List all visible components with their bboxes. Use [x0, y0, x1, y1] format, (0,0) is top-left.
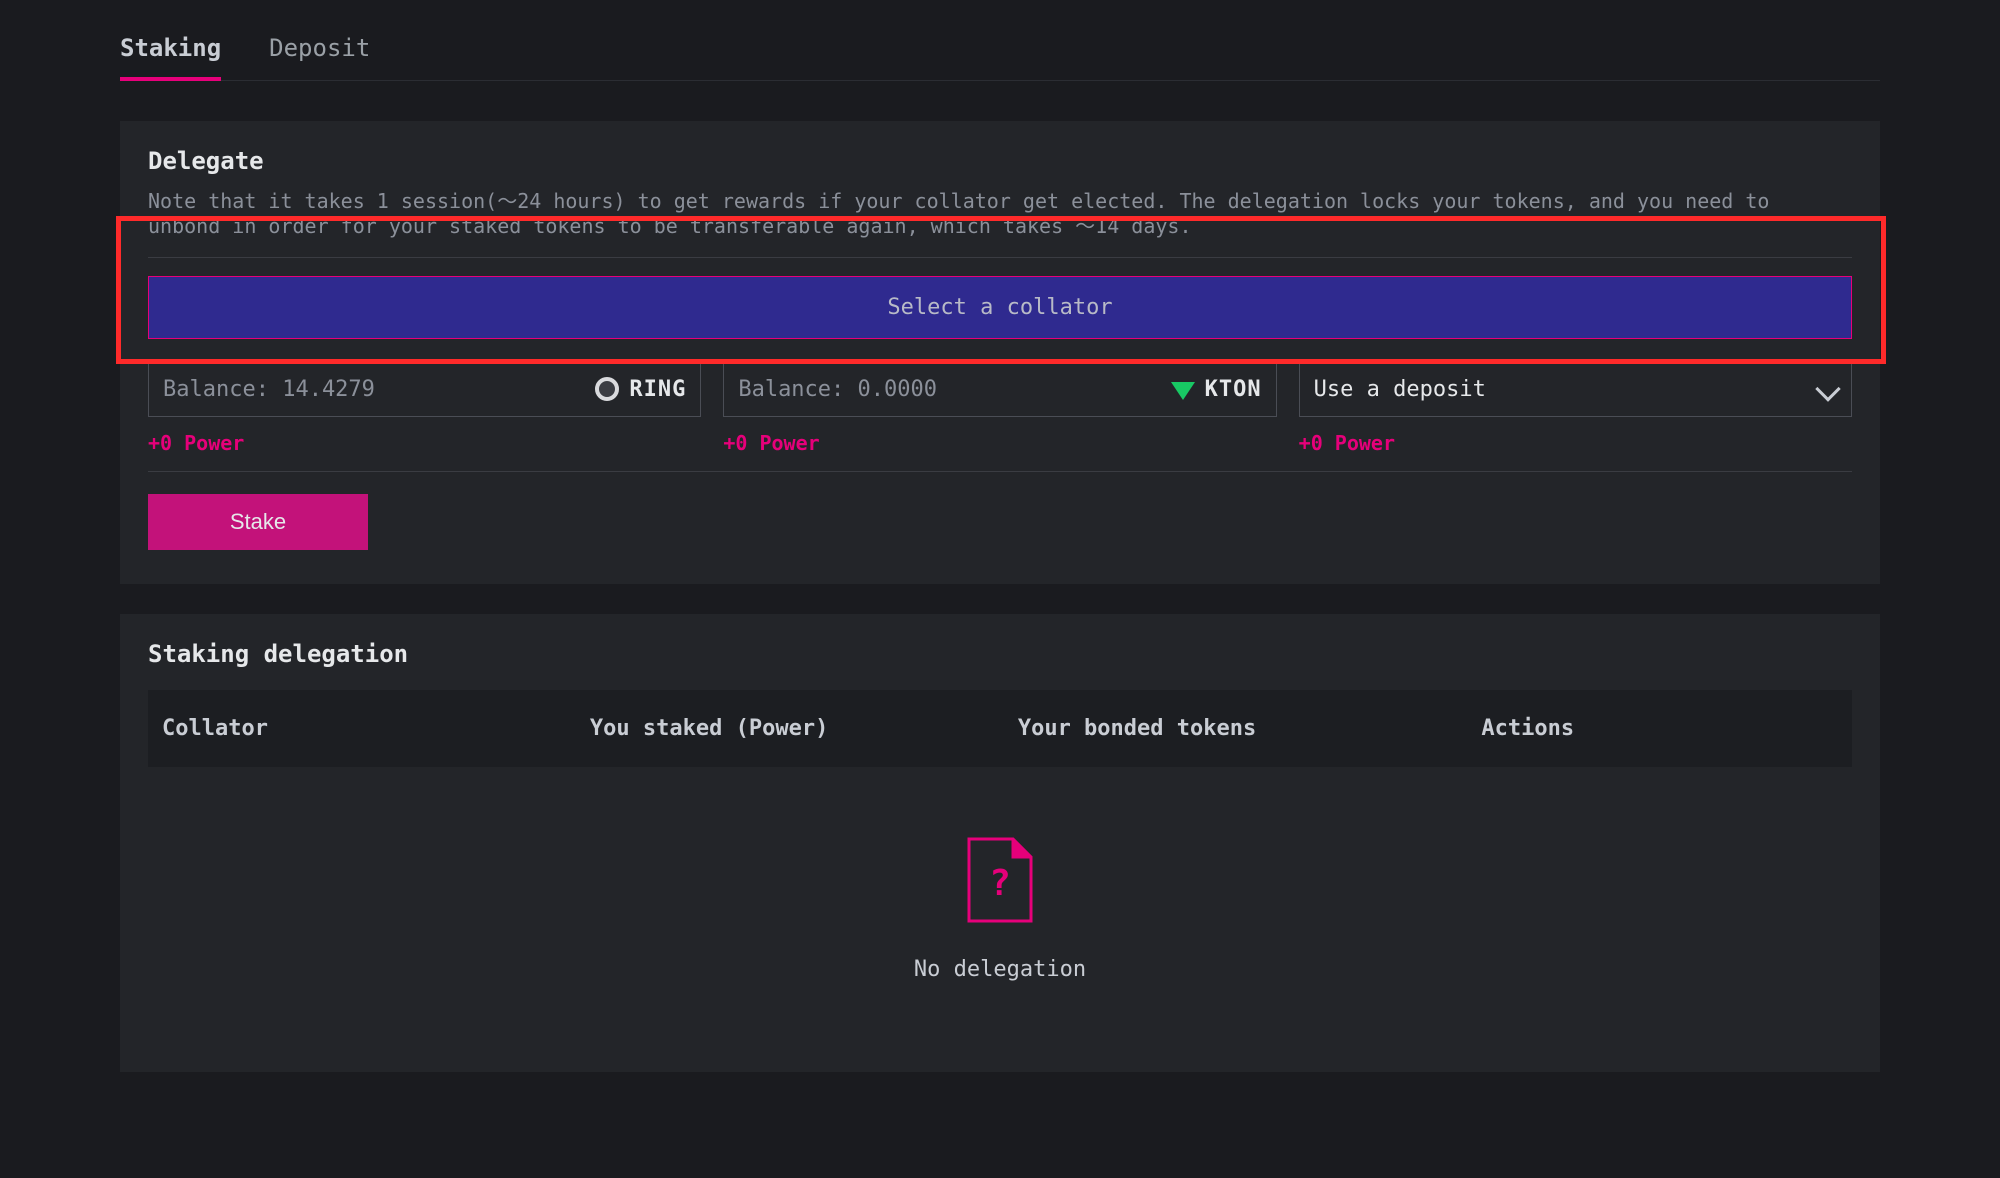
col-actions: Actions [1481, 716, 1838, 741]
use-deposit-label: Use a deposit [1314, 377, 1486, 402]
kton-token-label: KTON [1205, 377, 1262, 402]
ring-balance-label: Balance: 14.4279 [163, 377, 375, 402]
delegate-card: Delegate Note that it takes 1 session(～2… [120, 121, 1880, 584]
stake-button[interactable]: Stake [148, 494, 368, 550]
tab-staking[interactable]: Staking [120, 20, 221, 80]
delegate-note: Note that it takes 1 session(～24 hours) … [148, 189, 1852, 239]
ring-icon [595, 377, 619, 401]
kton-power: +0 Power [723, 431, 1276, 455]
delegation-table-header: Collator You staked (Power) Your bonded … [148, 690, 1852, 767]
select-collator-button[interactable]: Select a collator [148, 276, 1852, 339]
staking-delegation-card: Staking delegation Collator You staked (… [120, 614, 1880, 1072]
kton-icon [1171, 382, 1195, 400]
divider [148, 257, 1852, 258]
empty-label: No delegation [148, 957, 1852, 982]
col-bonded: Your bonded tokens [1018, 716, 1482, 741]
delegate-title: Delegate [148, 147, 1852, 175]
main-tabs: Staking Deposit [120, 20, 1880, 81]
empty-file-icon: ? [967, 837, 1033, 923]
tab-deposit[interactable]: Deposit [269, 20, 370, 80]
chevron-down-icon [1815, 376, 1840, 401]
empty-state: ? No delegation [148, 837, 1852, 982]
kton-balance-label: Balance: 0.0000 [738, 377, 937, 402]
staking-delegation-title: Staking delegation [148, 640, 1852, 668]
col-staked: You staked (Power) [590, 716, 1018, 741]
deposit-power: +0 Power [1299, 431, 1852, 455]
use-deposit-select[interactable]: Use a deposit [1299, 361, 1852, 417]
kton-balance-input[interactable]: Balance: 0.0000 KTON [723, 361, 1276, 417]
divider [148, 471, 1852, 472]
ring-balance-input[interactable]: Balance: 14.4279 RING [148, 361, 701, 417]
ring-token-label: RING [629, 377, 686, 402]
col-collator: Collator [162, 716, 590, 741]
ring-power: +0 Power [148, 431, 701, 455]
svg-text:?: ? [989, 863, 1011, 904]
